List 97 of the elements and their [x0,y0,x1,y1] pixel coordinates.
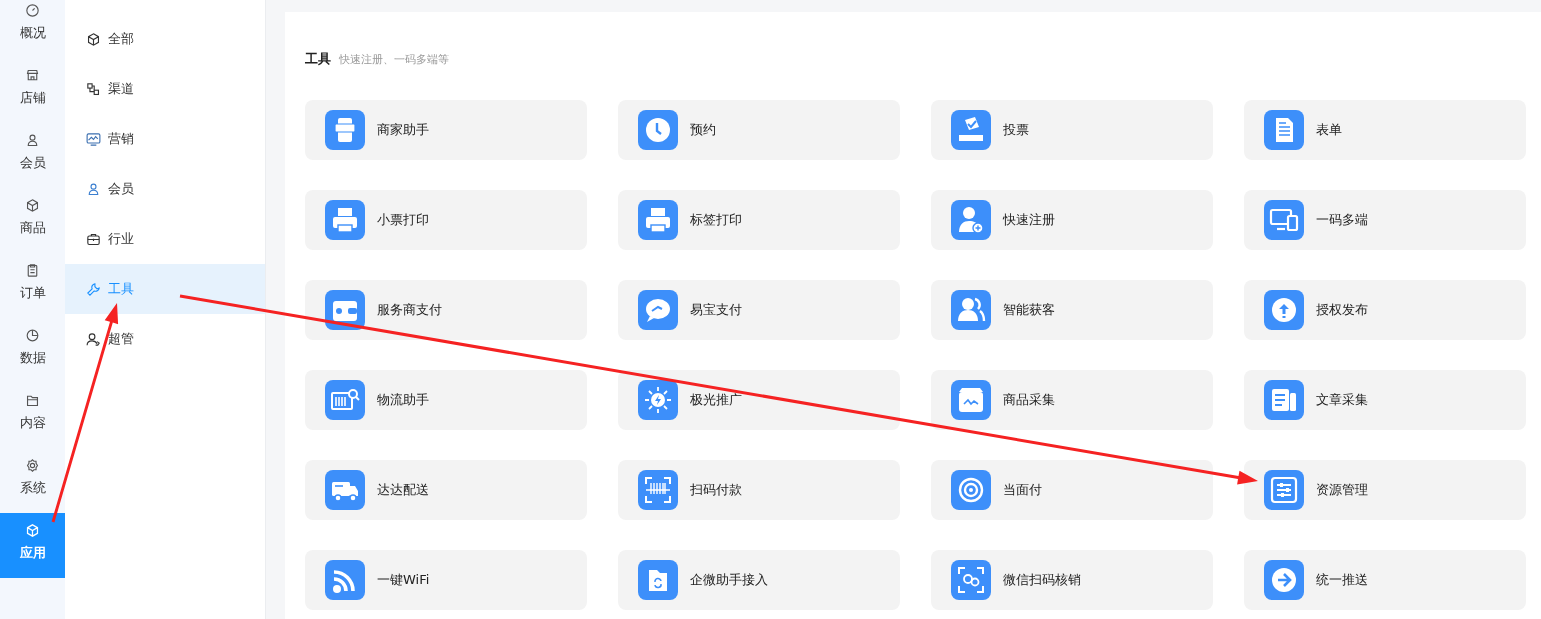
tool-name: 统一推送 [1316,571,1368,589]
tool-name: 当面付 [1003,481,1042,499]
tool-name: 小票打印 [377,211,429,229]
tool-card[interactable]: 资源管理 [1244,460,1526,520]
clock-icon [638,110,678,150]
sub-nav-item[interactable]: 超管 [65,314,265,364]
main-nav-item[interactable]: 店铺 [0,58,65,123]
add-user-icon [951,200,991,240]
printer-icon [325,200,365,240]
gear-icon [24,457,41,474]
tool-card[interactable]: 投票 [931,100,1213,160]
tool-name: 易宝支付 [690,301,742,319]
tool-name: 资源管理 [1316,481,1368,499]
article-icon [1264,380,1304,420]
tool-card[interactable]: 企微助手接入 [618,550,900,610]
tool-card[interactable]: 统一推送 [1244,550,1526,610]
section-subtitle: 快速注册、一码多端等 [339,52,449,67]
cube-icon [24,522,41,539]
cube-icon [24,197,41,214]
wallet-icon [325,290,365,330]
sliders-icon [1264,470,1304,510]
tool-card[interactable]: 授权发布 [1244,280,1526,340]
tool-card[interactable]: 服务商支付 [305,280,587,340]
tool-card[interactable]: 扫码付款 [618,460,900,520]
tool-name: 预约 [690,121,716,139]
sub-nav-item[interactable]: 全部 [65,14,265,64]
tool-name: 一键WiFi [377,571,430,589]
pie-chart-icon [24,327,41,344]
tool-name: 服务商支付 [377,301,442,319]
sub-nav-item[interactable]: 营销 [65,114,265,164]
users-icon [85,330,102,348]
tool-card[interactable]: 快速注册 [931,190,1213,250]
tool-card[interactable]: 一码多端 [1244,190,1526,250]
tool-card[interactable]: 商品采集 [931,370,1213,430]
tool-name: 企微助手接入 [690,571,768,589]
tool-card[interactable]: 标签打印 [618,190,900,250]
tool-name: 文章采集 [1316,391,1368,409]
linked-squares-icon [85,80,102,98]
tool-name: 商品采集 [1003,391,1055,409]
tool-name: 物流助手 [377,391,429,409]
tool-name: 商家助手 [377,121,429,139]
gauge-icon [24,2,41,19]
chart-monitor-icon [85,130,102,148]
folder-sync-icon [638,560,678,600]
tool-name: 一码多端 [1316,211,1368,229]
ballot-box-icon [951,110,991,150]
tool-card[interactable]: 表单 [1244,100,1526,160]
tool-name: 微信扫码核销 [1003,571,1081,589]
main-nav-item[interactable]: 系统 [0,448,65,513]
tool-card[interactable]: 达达配送 [305,460,587,520]
tool-card[interactable]: 小票打印 [305,190,587,250]
tool-name: 扫码付款 [690,481,742,499]
tool-name: 快速注册 [1003,211,1055,229]
arrow-right-icon [1264,560,1304,600]
main-nav-item[interactable]: 会员 [0,123,65,188]
main-nav-item[interactable]: 概况 [0,0,65,58]
tool-card[interactable]: 微信扫码核销 [931,550,1213,610]
sub-nav-item[interactable]: 会员 [65,164,265,214]
tool-card[interactable]: 当面付 [931,460,1213,520]
printer-icon [638,200,678,240]
truck-icon [325,470,365,510]
tool-card[interactable]: 智能获客 [931,280,1213,340]
tool-card[interactable]: 预约 [618,100,900,160]
wifi-icon [325,560,365,600]
tool-name: 表单 [1316,121,1342,139]
document-icon [1264,110,1304,150]
wrench-icon [85,280,102,298]
barcode-search-icon [325,380,365,420]
main-nav-item[interactable]: 订单 [0,253,65,318]
scan-icon [951,560,991,600]
box-icon [951,380,991,420]
tool-card[interactable]: 一键WiFi [305,550,587,610]
sub-nav-item[interactable]: 行业 [65,214,265,264]
tool-card[interactable]: 物流助手 [305,370,587,430]
tool-name: 达达配送 [377,481,429,499]
upload-icon [1264,290,1304,330]
tool-name: 极光推广 [690,391,742,409]
tool-name: 标签打印 [690,211,742,229]
tool-card[interactable]: 商家助手 [305,100,587,160]
tool-name: 授权发布 [1316,301,1368,319]
main-nav-item[interactable]: 数据 [0,318,65,383]
section-title: 工具 [305,50,331,68]
target-icon [951,470,991,510]
tool-name: 投票 [1003,121,1029,139]
sun-bolt-icon [638,380,678,420]
tool-card[interactable]: 文章采集 [1244,370,1526,430]
tool-name: 智能获客 [1003,301,1055,319]
barcode-scan-icon [638,470,678,510]
chat-bubble-icon [638,290,678,330]
sub-nav-item[interactable]: 渠道 [65,64,265,114]
tool-card[interactable]: 易宝支付 [618,280,900,340]
devices-icon [1264,200,1304,240]
main-nav-item[interactable]: 商品 [0,188,65,253]
main-nav-item[interactable]: 内容 [0,383,65,448]
tool-card[interactable]: 极光推广 [618,370,900,430]
users-icon [951,290,991,330]
cube-icon [85,30,102,48]
